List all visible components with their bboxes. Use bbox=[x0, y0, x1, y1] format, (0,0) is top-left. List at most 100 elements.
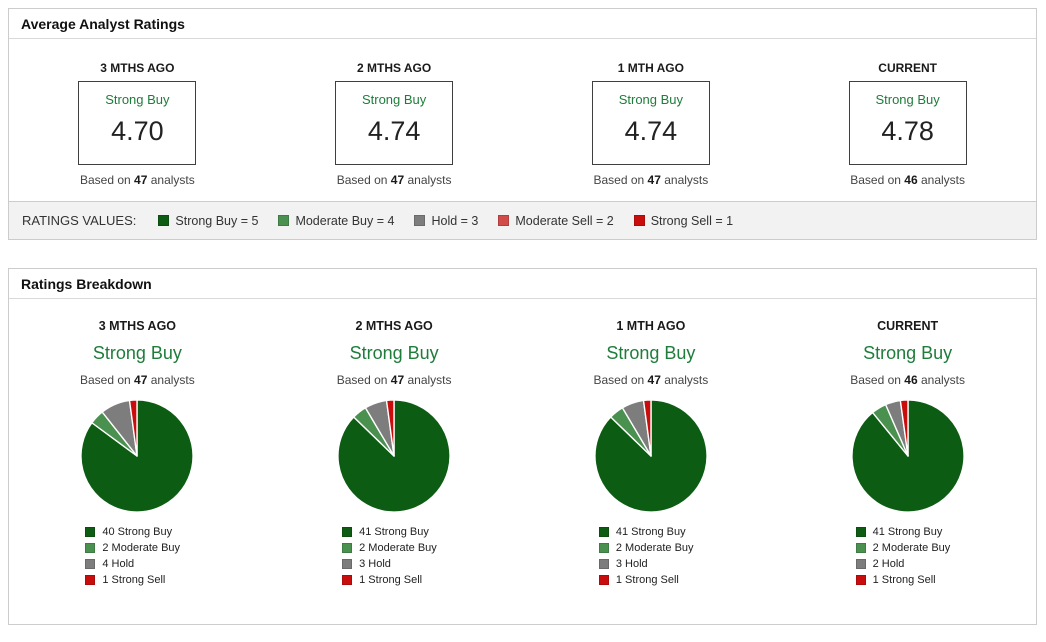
based-on-suffix: analysts bbox=[664, 373, 709, 387]
pie-legend-text: 41 Strong Buy bbox=[872, 526, 943, 538]
rating-value: 4.78 bbox=[881, 116, 934, 146]
rating-text: Strong Buy bbox=[92, 343, 182, 363]
rating-box: Strong Buy 4.74 bbox=[591, 81, 710, 165]
rating-value: 4.74 bbox=[367, 116, 421, 146]
based-on-text: Based on 46 analysts bbox=[850, 173, 965, 187]
rating-box: Strong Buy 4.78 bbox=[848, 81, 967, 165]
period-label: CURRENT bbox=[878, 61, 937, 75]
based-on-prefix: Based on bbox=[336, 373, 388, 387]
based-on-prefix: Based on bbox=[850, 373, 901, 387]
rating-column-1mth: 1 MTH AGO Strong Buy 4.74 Based on 47 an… bbox=[523, 61, 780, 187]
rating-column-2mths: 2 MTHS AGO Strong Buy 4.74 Based on 47 a… bbox=[266, 61, 523, 187]
based-on-suffix: analysts bbox=[407, 373, 452, 387]
pie-legend-text: 3 Hold bbox=[359, 558, 391, 570]
moderate_buy-swatch-icon bbox=[85, 543, 96, 553]
analyst-count: 46 bbox=[904, 173, 918, 187]
pie-legend-item: 2 Moderate Buy bbox=[598, 542, 703, 554]
pie-chart bbox=[335, 397, 453, 515]
legend-text: Strong Buy = 5 bbox=[175, 213, 259, 228]
hold-swatch-icon bbox=[598, 559, 609, 569]
pie-legend-text: 2 Moderate Buy bbox=[615, 542, 694, 554]
period-label: 1 MTH AGO bbox=[616, 319, 686, 333]
rating-value: 4.74 bbox=[624, 116, 678, 146]
pie-chart bbox=[592, 397, 710, 515]
analyst-count: 47 bbox=[390, 173, 405, 187]
rating-column-3mths: 3 MTHS AGO Strong Buy 4.70 Based on 47 a… bbox=[9, 61, 266, 187]
based-on-text: Based on 47 analysts bbox=[593, 373, 708, 387]
based-on-suffix: analysts bbox=[664, 173, 709, 187]
average-ratings-panel: Average Analyst Ratings 3 MTHS AGO Stron… bbox=[8, 8, 1037, 240]
legend-item-hold: Hold = 3 bbox=[414, 214, 478, 228]
average-ratings-row: 3 MTHS AGO Strong Buy 4.70 Based on 47 a… bbox=[9, 39, 1036, 201]
breakdown-column-3mths: 3 MTHS AGO Strong Buy Based on 47 analys… bbox=[9, 319, 266, 586]
based-on-prefix: Based on bbox=[593, 173, 645, 187]
pie-legend: 41 Strong Buy 2 Moderate Buy 3 Hold 1 Stron… bbox=[598, 526, 703, 586]
strong_sell-swatch-icon bbox=[342, 575, 353, 585]
based-on-text: Based on 47 analysts bbox=[337, 173, 452, 187]
hold-swatch-icon bbox=[855, 559, 866, 569]
legend-item-strong-sell: Strong Sell = 1 bbox=[633, 214, 733, 228]
legend-text: Moderate Buy = 4 bbox=[295, 213, 395, 228]
pie-legend-text: 1 Strong Sell bbox=[359, 574, 423, 586]
based-on-prefix: Based on bbox=[79, 373, 131, 387]
based-on-suffix: analysts bbox=[920, 373, 966, 387]
rating-box: Strong Buy 4.70 bbox=[78, 81, 197, 165]
based-on-suffix: analysts bbox=[150, 373, 195, 387]
moderate_buy-swatch-icon bbox=[342, 543, 353, 553]
based-on-prefix: Based on bbox=[79, 173, 131, 187]
period-label: CURRENT bbox=[877, 319, 939, 333]
pie-chart-svg bbox=[80, 399, 195, 513]
based-on-prefix: Based on bbox=[850, 173, 901, 187]
moderate_buy-swatch-icon bbox=[855, 543, 866, 553]
pie-legend-item: 41 Strong Buy bbox=[855, 526, 960, 538]
pie-legend-item: 2 Moderate Buy bbox=[85, 542, 189, 554]
pie-legend-item: 40 Strong Buy bbox=[85, 526, 189, 538]
pie-legend: 41 Strong Buy 2 Moderate Buy 3 Hold 1 Stron… bbox=[342, 526, 446, 586]
based-on-text: Based on 47 analysts bbox=[80, 173, 195, 187]
period-label: 2 MTHS AGO bbox=[355, 319, 433, 333]
pie-chart-svg bbox=[850, 399, 965, 513]
breakdown-column-current: CURRENT Strong Buy Based on 46 analysts … bbox=[779, 319, 1036, 586]
analyst-count: 46 bbox=[904, 373, 918, 387]
pie-chart-svg bbox=[337, 399, 451, 513]
pie-legend-item: 1 Strong Sell bbox=[855, 574, 960, 586]
strong_buy-swatch-icon bbox=[85, 527, 96, 537]
ratings-values-label: RATINGS VALUES: bbox=[22, 213, 137, 228]
pie-legend-item: 1 Strong Sell bbox=[85, 574, 189, 586]
hold-swatch-icon bbox=[85, 559, 96, 569]
pie-legend-text: 1 Strong Sell bbox=[102, 574, 166, 586]
pie-legend-text: 3 Hold bbox=[615, 558, 648, 570]
pie-chart bbox=[78, 397, 196, 515]
moderate-sell-swatch-icon bbox=[498, 215, 510, 226]
moderate-buy-swatch-icon bbox=[278, 215, 290, 226]
breakdown-row: 3 MTHS AGO Strong Buy Based on 47 analys… bbox=[9, 299, 1036, 624]
legend-item-strong-buy: Strong Buy = 5 bbox=[158, 214, 258, 228]
rating-text: Strong Buy bbox=[606, 343, 696, 363]
pie-legend-text: 4 Hold bbox=[102, 558, 135, 570]
ratings-breakdown-panel: Ratings Breakdown 3 MTHS AGO Strong Buy … bbox=[8, 268, 1037, 625]
strong_buy-swatch-icon bbox=[598, 527, 609, 537]
ratings-values-strip: RATINGS VALUES: Strong Buy = 5 Moderate … bbox=[9, 201, 1036, 239]
pie-legend-item: 2 Hold bbox=[855, 558, 960, 570]
rating-text: Strong Buy bbox=[349, 343, 439, 363]
pie-legend-text: 2 Moderate Buy bbox=[102, 542, 181, 554]
pie-legend-item: 1 Strong Sell bbox=[598, 574, 703, 586]
pie-legend-item: 1 Strong Sell bbox=[342, 574, 446, 586]
moderate_buy-swatch-icon bbox=[598, 543, 609, 553]
strong_buy-swatch-icon bbox=[342, 527, 353, 537]
strong_sell-swatch-icon bbox=[855, 575, 866, 585]
based-on-prefix: Based on bbox=[336, 173, 388, 187]
pie-legend-text: 41 Strong Buy bbox=[359, 526, 429, 538]
pie-legend-text: 41 Strong Buy bbox=[615, 526, 686, 538]
legend-item-moderate-sell: Moderate Sell = 2 bbox=[498, 214, 614, 228]
panel-title: Average Analyst Ratings bbox=[9, 9, 1036, 39]
panel-title: Ratings Breakdown bbox=[9, 269, 1036, 299]
pie-legend: 41 Strong Buy 2 Moderate Buy 2 Hold 1 Stron… bbox=[855, 526, 960, 586]
hold-swatch-icon bbox=[414, 215, 426, 226]
period-label: 2 MTHS AGO bbox=[357, 61, 432, 75]
period-label: 3 MTHS AGO bbox=[100, 61, 175, 75]
pie-legend-item: 3 Hold bbox=[342, 558, 446, 570]
pie-chart-svg bbox=[594, 399, 708, 513]
based-on-suffix: analysts bbox=[920, 173, 966, 187]
strong-sell-swatch-icon bbox=[633, 215, 645, 226]
